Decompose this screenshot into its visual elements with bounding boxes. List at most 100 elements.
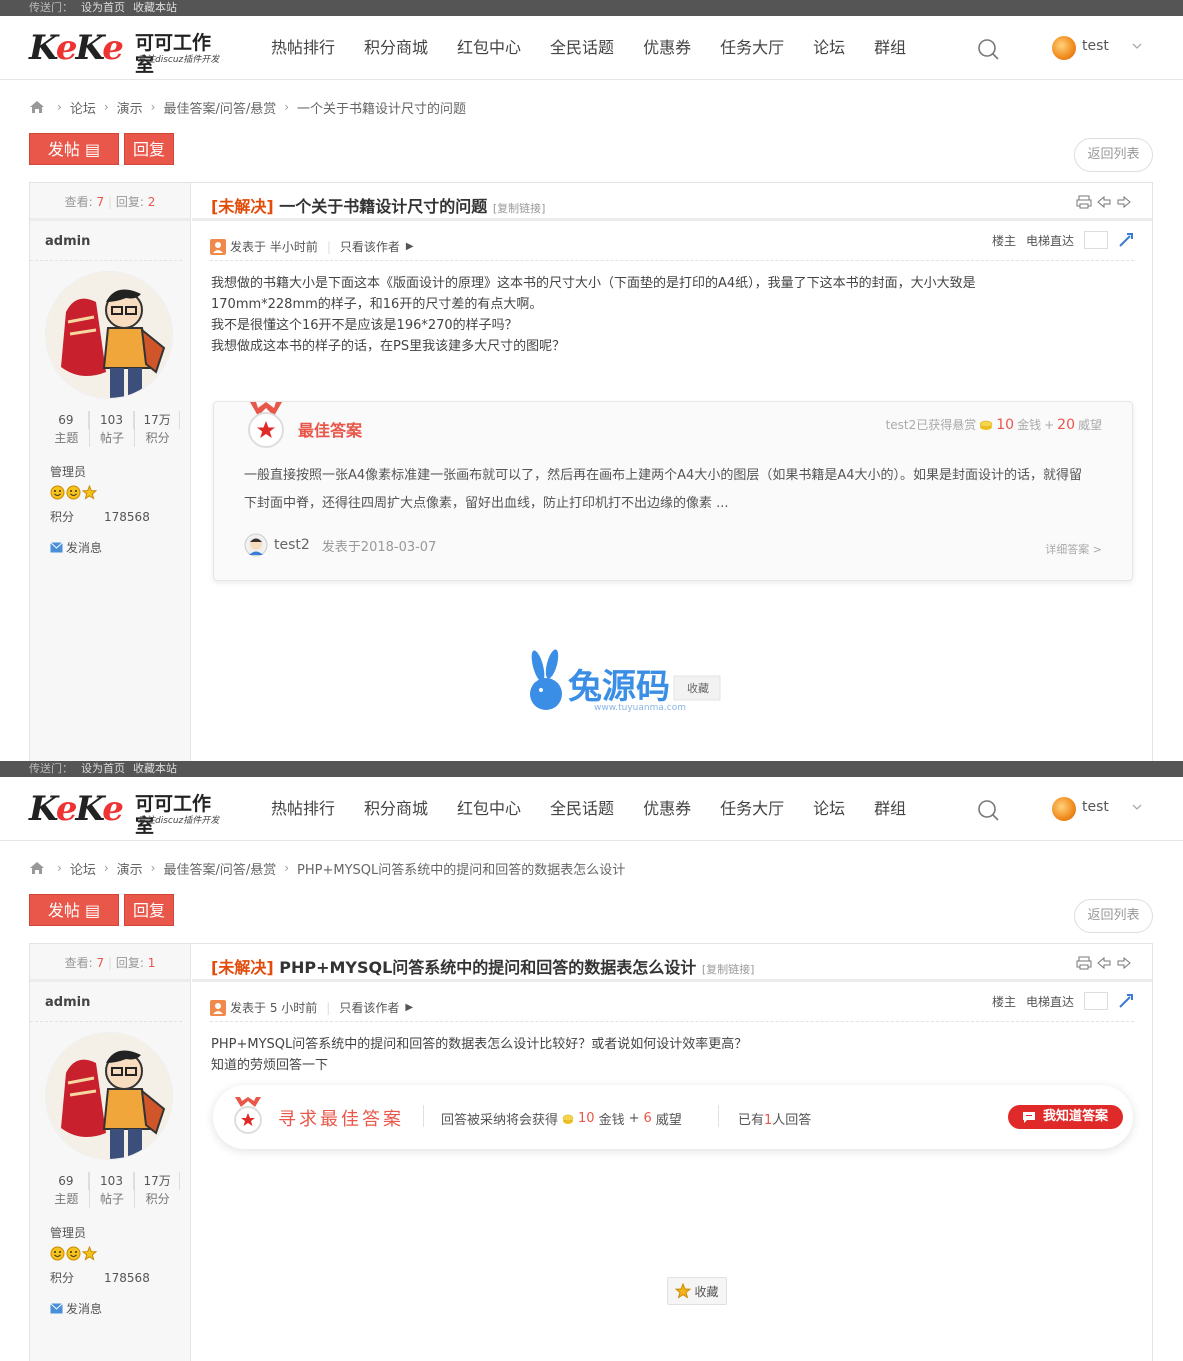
- bookmark-link[interactable]: 收藏本站: [133, 762, 177, 775]
- seek-answer-box: 寻求最佳答案 回答被采纳将会获得 10 金钱 + 6 威望 已有1人回答 我知道答案: [213, 1085, 1133, 1149]
- crumb-demo[interactable]: 演示: [117, 859, 143, 878]
- nav-item-mall[interactable]: 积分商城: [364, 777, 428, 841]
- author-group[interactable]: 管理员: [50, 463, 86, 480]
- prev-thread-icon[interactable]: [1096, 195, 1112, 209]
- floor-tools: 楼主 电梯直达: [992, 231, 1134, 249]
- print-icon[interactable]: [1076, 195, 1092, 209]
- best-answer-author[interactable]: test2 发表于2018-03-07: [244, 533, 436, 557]
- back-to-list-button[interactable]: 返回列表: [1074, 138, 1153, 172]
- next-thread-icon[interactable]: [1116, 195, 1132, 209]
- author-threads[interactable]: 69 主题: [44, 1172, 90, 1208]
- medal-icon: [234, 1097, 262, 1134]
- nav-item-coupons[interactable]: 优惠券: [643, 777, 691, 841]
- nav-item-mall[interactable]: 积分商城: [364, 16, 428, 80]
- elevator-input[interactable]: [1084, 992, 1108, 1010]
- elevator-go-icon[interactable]: [1118, 232, 1134, 248]
- i-know-answer-button[interactable]: 我知道答案: [1008, 1105, 1123, 1129]
- author-posts[interactable]: 103 帖子: [90, 1172, 136, 1208]
- status-badge: 未解决: [218, 197, 267, 216]
- only-author-link[interactable]: 只看该作者: [340, 238, 400, 255]
- thread-stats: 查看: 7 | 回复: 2: [30, 183, 190, 221]
- reply-button[interactable]: 回复: [124, 894, 174, 926]
- author-threads[interactable]: 69 主题: [44, 411, 90, 447]
- bookmark-link[interactable]: 收藏本站: [133, 1, 177, 14]
- copy-link[interactable]: [复制链接]: [702, 963, 755, 976]
- nav-item-hot[interactable]: 热帖排行: [271, 777, 335, 841]
- crumb-forum[interactable]: 论坛: [70, 98, 96, 117]
- crumb-demo[interactable]: 演示: [117, 98, 143, 117]
- nav-item-groups[interactable]: 群组: [874, 16, 906, 80]
- author-avatar[interactable]: [45, 271, 173, 399]
- post-time: 5 小时前: [269, 1001, 318, 1015]
- send-message-link[interactable]: 发消息: [50, 1300, 102, 1317]
- elevator-go-icon[interactable]: [1118, 993, 1134, 1009]
- rank-badges: [50, 1246, 97, 1261]
- chevron-right-icon: ›: [284, 861, 290, 875]
- site-logo[interactable]: KeKe 可可工作室 专注discuz插件开发: [29, 791, 229, 837]
- nav-item-topics[interactable]: 全民话题: [550, 777, 614, 841]
- crumb-category[interactable]: 最佳答案/问答/悬赏: [163, 98, 276, 117]
- coin-icon: [980, 420, 993, 430]
- new-post-button[interactable]: 发帖 ▤: [29, 894, 119, 926]
- send-message-link[interactable]: 发消息: [50, 539, 102, 556]
- crumb-thread[interactable]: 一个关于书籍设计尺寸的问题: [297, 98, 466, 117]
- post-meta: 发表于 5 小时前 | 只看该作者 ▶ 楼主 电梯直达: [210, 982, 1134, 1022]
- nav-item-groups[interactable]: 群组: [874, 777, 906, 841]
- nav-item-redpacket[interactable]: 红包中心: [457, 16, 521, 80]
- view-count: 7: [96, 195, 105, 209]
- print-icon[interactable]: [1076, 956, 1092, 970]
- best-answer-reward: test2已获得悬赏 10 金钱 +20 威望: [885, 416, 1102, 433]
- nav-item-redpacket[interactable]: 红包中心: [457, 777, 521, 841]
- author-group[interactable]: 管理员: [50, 1224, 86, 1241]
- site-logo[interactable]: KeKe 可可工作室 专注discuz插件开发: [29, 30, 229, 76]
- author-credits[interactable]: 17万 积分: [135, 1172, 181, 1208]
- watermark: 兔源码 www.tuyuanma.com 收藏: [524, 648, 734, 718]
- svg-text:www.tuyuanma.com: www.tuyuanma.com: [594, 703, 686, 713]
- author-avatar[interactable]: [45, 1032, 173, 1160]
- back-to-list-button[interactable]: 返回列表: [1074, 899, 1153, 933]
- star-icon: [82, 1246, 97, 1261]
- nav-item-forum[interactable]: 论坛: [813, 777, 845, 841]
- nav-item-topics[interactable]: 全民话题: [550, 16, 614, 80]
- author-name[interactable]: admin: [30, 982, 182, 1022]
- nav-item-coupons[interactable]: 优惠券: [643, 16, 691, 80]
- best-answer-box: 最佳答案 test2已获得悬赏 10 金钱 +20 威望 一般直接按照一张A4像素标准…: [213, 401, 1133, 581]
- crumb-forum[interactable]: 论坛: [70, 859, 96, 878]
- chevron-right-icon: ›: [150, 100, 156, 114]
- search-icon[interactable]: [977, 799, 999, 821]
- author-credits[interactable]: 17万 积分: [135, 411, 181, 447]
- next-thread-icon[interactable]: [1116, 956, 1132, 970]
- smiley-icon: [50, 485, 65, 500]
- elevator-input[interactable]: [1084, 231, 1108, 249]
- nav-item-hot[interactable]: 热帖排行: [271, 16, 335, 80]
- crumb-thread[interactable]: PHP+MYSQL问答系统中的提问和回答的数据表怎么设计: [297, 859, 625, 878]
- best-answer-more-link[interactable]: 详细答案 >: [1045, 541, 1102, 557]
- thread-title: [未解决] PHP+MYSQL问答系统中的提问和回答的数据表怎么设计 [复制链接…: [192, 944, 1152, 982]
- favorite-button[interactable]: 收藏: [667, 1277, 727, 1305]
- thread-stats: 查看: 7 | 回复: 1: [30, 944, 190, 982]
- medal-icon: [248, 402, 284, 448]
- main-nav: 热帖排行 积分商城 红包中心 全民话题 优惠券 任务大厅 论坛 群组: [271, 777, 935, 841]
- author-posts[interactable]: 103 帖子: [90, 411, 136, 447]
- home-icon[interactable]: [29, 99, 45, 115]
- nav-item-tasks[interactable]: 任务大厅: [720, 777, 784, 841]
- reply-button[interactable]: 回复: [124, 133, 174, 165]
- set-home-link[interactable]: 设为首页: [81, 762, 125, 775]
- only-author-link[interactable]: 只看该作者: [339, 999, 399, 1016]
- user-avatar: [1052, 797, 1076, 821]
- prev-thread-icon[interactable]: [1096, 956, 1112, 970]
- seek-reward: 回答被采纳将会获得 10 金钱 + 6 威望: [441, 1111, 682, 1128]
- screenshot-2: 传送门： 设为首页 收藏本站 KeKe 可可工作室 专注discuz插件开发 热帖排…: [0, 761, 1183, 1361]
- set-home-link[interactable]: 设为首页: [81, 1, 125, 14]
- new-post-button[interactable]: 发帖 ▤: [29, 133, 119, 165]
- screenshot-1: 传送门： 设为首页 收藏本站 KeKe 可可工作室 专注discuz插件开发 热帖排…: [0, 0, 1183, 761]
- home-icon[interactable]: [29, 860, 45, 876]
- thread-title-text: 一个关于书籍设计尺寸的问题: [279, 197, 488, 216]
- nav-item-tasks[interactable]: 任务大厅: [720, 16, 784, 80]
- search-icon[interactable]: [977, 38, 999, 60]
- author-name[interactable]: admin: [30, 221, 182, 261]
- user-avatar-icon: [244, 533, 268, 557]
- copy-link[interactable]: [复制链接]: [493, 202, 546, 215]
- nav-item-forum[interactable]: 论坛: [813, 16, 845, 80]
- crumb-category[interactable]: 最佳答案/问答/悬赏: [163, 859, 276, 878]
